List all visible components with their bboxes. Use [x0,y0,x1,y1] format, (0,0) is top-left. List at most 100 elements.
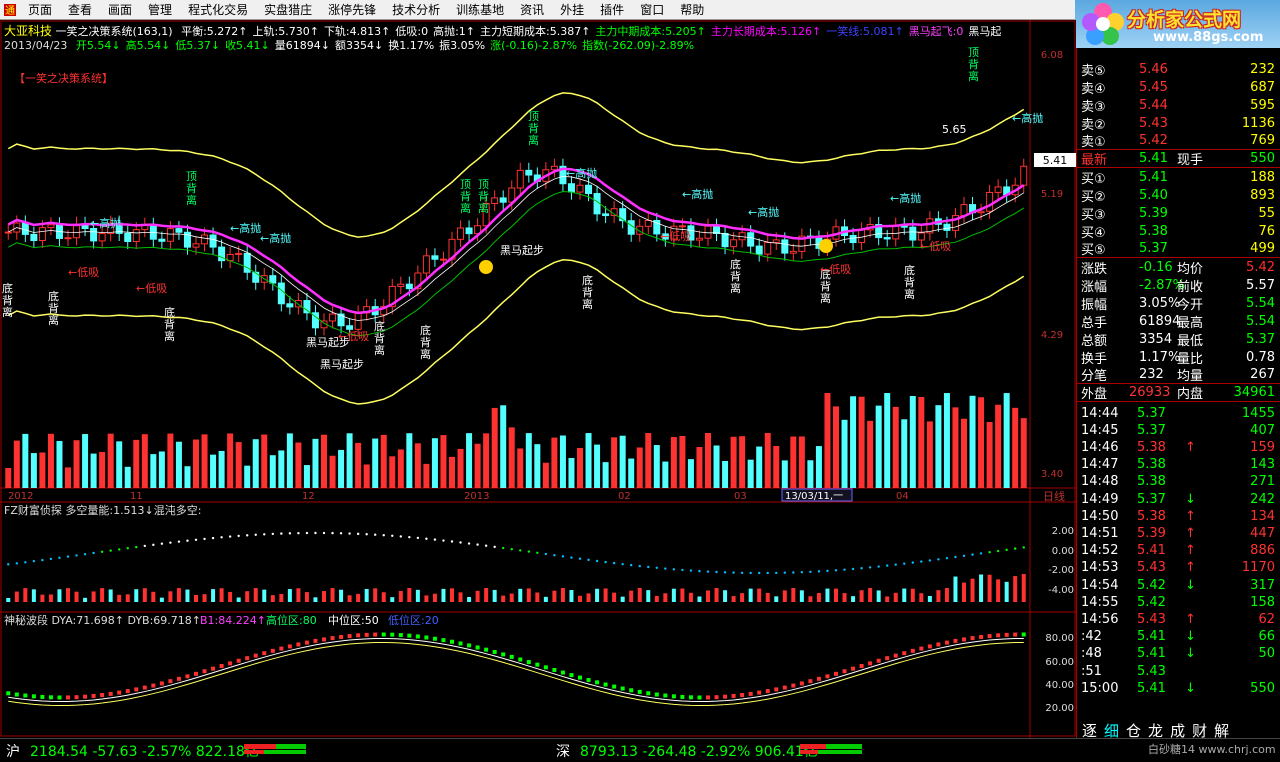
sub1-bar [740,593,745,602]
bid-price: 5.38 [1139,223,1168,239]
menu-item-7[interactable]: 技术分析 [384,0,448,20]
bid-volume: 188 [1250,169,1275,185]
kline-chart-canvas[interactable]: 6.08 5.19 4.29 3.40 5.41 日线 2012 11 12 2013 02 03 13… [0,20,1076,738]
menu-item-3[interactable]: 管理 [140,0,180,20]
sub1-bar [185,589,190,602]
sub2-dot [356,633,361,638]
sub2-dot [731,693,736,698]
sub1-dot [928,559,932,562]
sub1-dot [152,543,155,547]
period-label: 日线 [1043,489,1065,503]
volume-bar [82,434,89,488]
stat-label: 均价 [1177,261,1204,277]
candle-body [909,226,917,241]
tick-time: 14:55 [1081,594,1119,610]
sub1-bar [287,589,292,602]
sub1-dot [484,544,488,547]
sub2-dot [236,658,241,663]
app-logo-icon[interactable]: 通 [0,1,20,19]
sub1-bar [270,595,275,602]
volume-bar [918,396,925,488]
volume-bar [13,440,20,488]
sub1-dot [911,561,914,564]
sub1-bar [14,591,19,602]
sub1-dot [365,533,368,536]
menu-item-6[interactable]: 涨停先锋 [320,0,384,20]
tick-volume: 550 [1250,680,1275,696]
candle-body [431,255,439,260]
chart-area[interactable]: 大亚科技 一笑之决策系统(163,1) 平衡:5.272↑ 上轨:5.730↑ 下轨… [0,20,1076,738]
sub1-bar [970,578,975,602]
candle-body [644,219,652,227]
candle-body [585,184,593,195]
ask-row: 卖① 5.42 769 [1077,132,1280,150]
ask-price: 5.44 [1139,97,1168,113]
menu-item-12[interactable]: 窗口 [632,0,672,20]
ask-label: 卖⑤ [1081,63,1106,79]
volume-bar [798,436,805,488]
tick-price: 5.38 [1137,457,1166,473]
menu-item-5[interactable]: 实盘猎庄 [256,0,320,20]
ask-volume: 595 [1250,97,1275,113]
sub2-dot [560,670,565,675]
tick-time: 14:45 [1081,422,1119,438]
stat-value: 5.42 [1246,259,1275,275]
volume-bar [397,449,404,488]
tick-time: 14:52 [1081,543,1119,559]
stat-value: 267 [1250,367,1275,382]
volume-bar [525,433,532,488]
sub1-bar [159,597,164,602]
stat-row: 涨跌 -0.16 均价 5.42 [1077,258,1280,277]
volume-bar [807,460,814,488]
sub1-bar [637,588,642,602]
stat-label: 换手 [1081,351,1108,367]
tick-time: :51 [1081,663,1102,679]
candle-body [4,231,12,234]
stat-value: 5.54 [1246,313,1275,329]
menu-item-13[interactable]: 帮助 [672,0,712,20]
sub2-dot [211,666,216,671]
sell-signal-label: ←高抛 [90,216,121,230]
candle-body [789,250,797,254]
sub2-mid: 中位区:50 [328,613,379,627]
sz-index-value: 8793.13 -264.48 -2.92% 906.41亿 [580,744,818,760]
menu-item-2[interactable]: 画面 [100,0,140,20]
sub1-bar [774,596,779,602]
sub2-dot [219,664,224,668]
menu-item-10[interactable]: 外挂 [552,0,592,20]
menu-item-8[interactable]: 训练基地 [448,0,512,20]
sz-index-label: 深 [556,744,570,760]
menu-item-11[interactable]: 插件 [592,0,632,20]
sub2-dot [330,636,335,641]
sub1-bar [339,589,344,602]
volume-bar [99,451,106,488]
menu-item-9[interactable]: 资讯 [512,0,552,20]
dyb-line [8,642,1024,706]
volume-bar [824,393,831,488]
sub2-dot [296,642,301,647]
sub2-dot [859,664,864,668]
volume-bar [585,433,592,488]
menu-item-0[interactable]: 页面 [20,0,60,20]
tick-volume: 407 [1250,422,1275,438]
candle-body [576,184,584,193]
sub1-bar [962,582,966,602]
volume-bar [551,437,558,488]
sub2-dot [432,636,437,641]
sh-ratio-bar [244,743,306,755]
menu-item-4[interactable]: 程式化交易 [180,0,256,20]
volume-bar [1020,418,1027,488]
sub2-dot [535,662,540,667]
ask-label: 卖① [1081,135,1106,150]
sub1-bar [612,592,617,602]
sub2-dot [714,695,719,700]
tick-volume: 159 [1250,439,1275,455]
candle-body [64,237,72,240]
volume-bar [321,434,327,488]
sub1-dot [894,563,897,566]
menu-item-1[interactable]: 查看 [60,0,100,20]
sub2-dot [1013,632,1018,637]
sub1-dot [194,538,198,541]
candle-body [209,234,217,248]
volume-bar [764,433,771,488]
